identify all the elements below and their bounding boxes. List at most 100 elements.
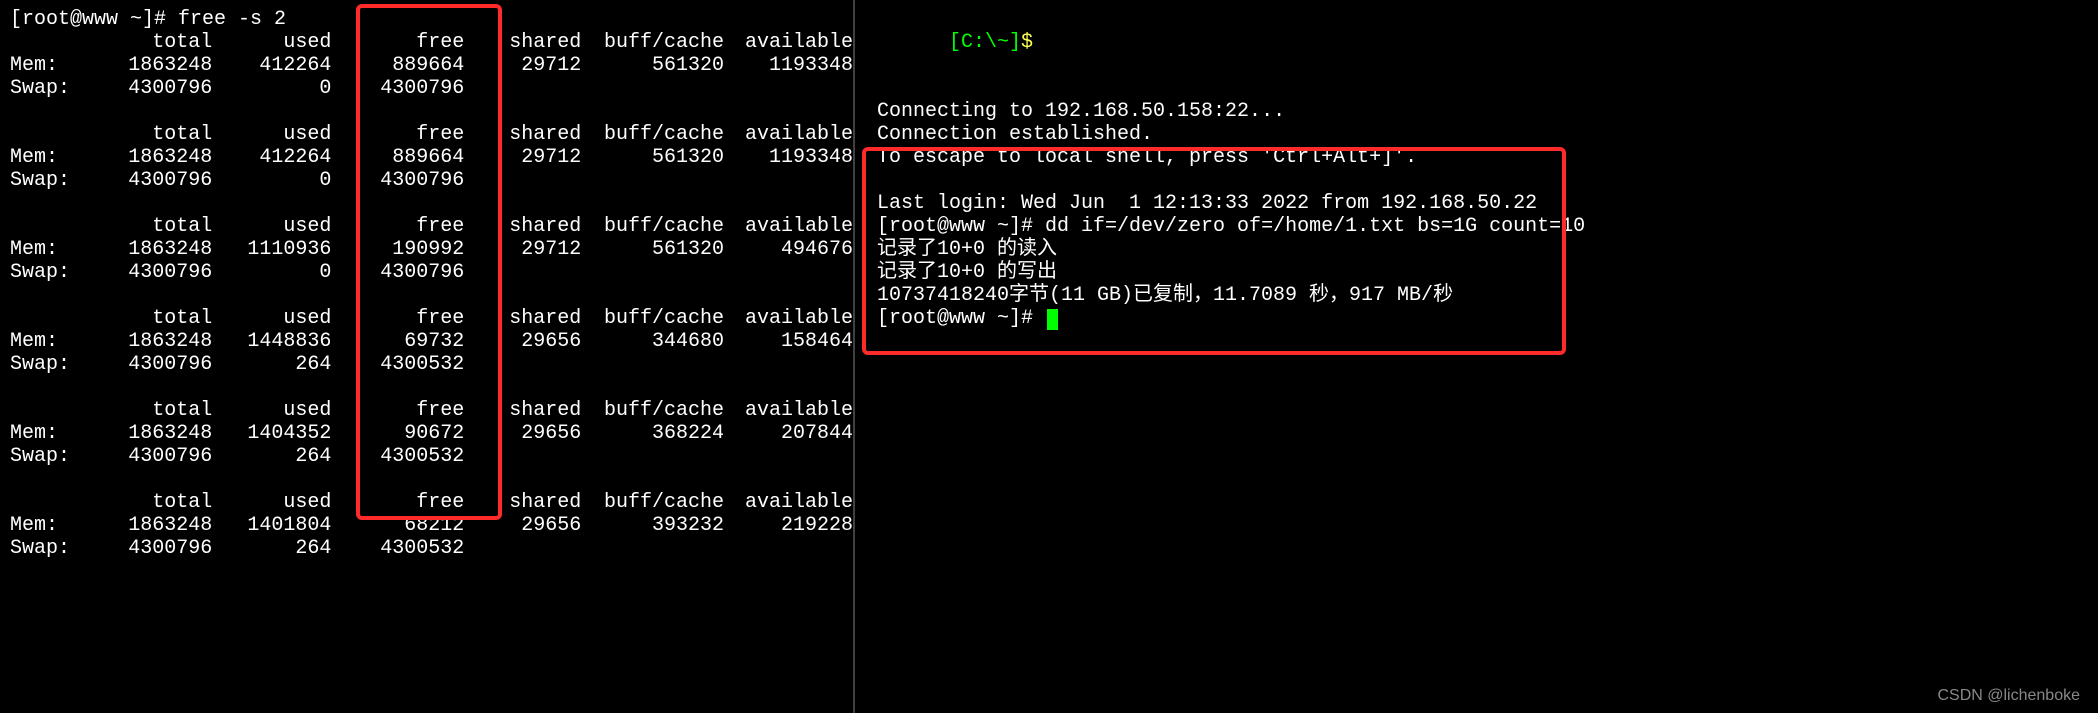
col-free: free xyxy=(331,307,464,330)
col-shared: shared xyxy=(464,31,581,54)
mem-used: 1110936 xyxy=(212,238,331,261)
swap-used: 264 xyxy=(212,537,331,560)
col-total: total xyxy=(117,491,212,514)
col-available: available xyxy=(724,491,853,514)
swap-row: Swap:430079604300796 xyxy=(10,169,853,192)
swap-label: Swap: xyxy=(10,77,117,100)
swap-row: Swap:430079604300796 xyxy=(10,77,853,100)
mem-used: 1448836 xyxy=(212,330,331,353)
swap-row: Swap:430079604300796 xyxy=(10,261,853,284)
right-terminal[interactable]: [C:\~]$ Connecting to 192.168.50.158:22.… xyxy=(855,0,2098,713)
mem-buffcache: 561320 xyxy=(581,238,724,261)
free-header-row: totalusedfreesharedbuff/cacheavailable xyxy=(10,491,853,514)
swap-used: 0 xyxy=(212,77,331,100)
col-shared: shared xyxy=(464,215,581,238)
mem-available: 207844 xyxy=(724,422,853,445)
col-free: free xyxy=(331,399,464,422)
swap-label: Swap: xyxy=(10,261,117,284)
swap-row: Swap:43007962644300532 xyxy=(10,445,853,468)
mem-free: 889664 xyxy=(331,54,464,77)
free-snapshot: totalusedfreesharedbuff/cacheavailableMe… xyxy=(10,399,853,468)
watermark: CSDN @lichenboke xyxy=(1937,687,2080,705)
mem-used: 1401804 xyxy=(212,514,331,537)
mem-available: 494676 xyxy=(724,238,853,261)
swap-used: 264 xyxy=(212,445,331,468)
mem-shared: 29712 xyxy=(464,146,581,169)
col-shared: shared xyxy=(464,123,581,146)
col-buffcache: buff/cache xyxy=(581,31,724,54)
mem-buffcache: 561320 xyxy=(581,54,724,77)
mem-free: 889664 xyxy=(331,146,464,169)
mem-shared: 29656 xyxy=(464,422,581,445)
col-available: available xyxy=(724,31,853,54)
col-free: free xyxy=(331,123,464,146)
swap-used: 0 xyxy=(212,169,331,192)
mem-row: Mem:186324814488366973229656344680158464 xyxy=(10,330,853,353)
swap-used: 264 xyxy=(212,353,331,376)
mem-available: 219228 xyxy=(724,514,853,537)
col-buffcache: buff/cache xyxy=(581,307,724,330)
col-buffcache: buff/cache xyxy=(581,123,724,146)
swap-total: 4300796 xyxy=(117,77,212,100)
swap-label: Swap: xyxy=(10,353,117,376)
terminal-line: [root@www ~]# xyxy=(877,307,2098,330)
col-total: total xyxy=(117,215,212,238)
col-total: total xyxy=(117,307,212,330)
mem-row: Mem:186324841226488966429712561320119334… xyxy=(10,54,853,77)
free-header-row: totalusedfreesharedbuff/cacheavailable xyxy=(10,31,853,54)
col-used: used xyxy=(212,399,331,422)
terminal-split-screen: [root@www ~]# free -s 2 totalusedfreesha… xyxy=(0,0,2098,713)
terminal-line: 记录了10+0 的写出 xyxy=(877,261,2098,284)
swap-label: Swap: xyxy=(10,169,117,192)
col-free: free xyxy=(331,31,464,54)
mem-used: 1404352 xyxy=(212,422,331,445)
free-snapshot: totalusedfreesharedbuff/cacheavailableMe… xyxy=(10,31,853,100)
cursor xyxy=(1047,309,1058,330)
col-buffcache: buff/cache xyxy=(581,399,724,422)
free-snapshot: totalusedfreesharedbuff/cacheavailableMe… xyxy=(10,123,853,192)
free-snapshot: totalusedfreesharedbuff/cacheavailableMe… xyxy=(10,215,853,284)
mem-label: Mem: xyxy=(10,330,117,353)
col-total: total xyxy=(117,399,212,422)
mem-label: Mem: xyxy=(10,514,117,537)
free-snapshot: totalusedfreesharedbuff/cacheavailableMe… xyxy=(10,307,853,376)
col-available: available xyxy=(724,307,853,330)
mem-used: 412264 xyxy=(212,54,331,77)
mem-row: Mem:186324811109361909922971256132049467… xyxy=(10,238,853,261)
mem-buffcache: 368224 xyxy=(581,422,724,445)
col-used: used xyxy=(212,491,331,514)
free-header-row: totalusedfreesharedbuff/cacheavailable xyxy=(10,123,853,146)
mem-available: 158464 xyxy=(724,330,853,353)
free-snapshot: totalusedfreesharedbuff/cacheavailableMe… xyxy=(10,491,853,560)
mem-shared: 29656 xyxy=(464,514,581,537)
mem-buffcache: 561320 xyxy=(581,146,724,169)
mem-shared: 29712 xyxy=(464,54,581,77)
right-old-prompt: [C:\~]$ xyxy=(877,8,2098,77)
swap-total: 4300796 xyxy=(117,261,212,284)
col-free: free xyxy=(331,491,464,514)
mem-shared: 29712 xyxy=(464,238,581,261)
mem-free: 68212 xyxy=(331,514,464,537)
col-total: total xyxy=(117,31,212,54)
left-terminal[interactable]: [root@www ~]# free -s 2 totalusedfreesha… xyxy=(0,0,855,713)
terminal-line: [root@www ~]# dd if=/dev/zero of=/home/1… xyxy=(877,215,2098,238)
col-shared: shared xyxy=(464,491,581,514)
left-prompt: [root@www ~]# free -s 2 xyxy=(10,8,853,31)
mem-buffcache: 393232 xyxy=(581,514,724,537)
col-total: total xyxy=(117,123,212,146)
col-buffcache: buff/cache xyxy=(581,215,724,238)
mem-label: Mem: xyxy=(10,146,117,169)
free-header-row: totalusedfreesharedbuff/cacheavailable xyxy=(10,399,853,422)
swap-free: 4300796 xyxy=(331,169,464,192)
swap-free: 4300796 xyxy=(331,77,464,100)
mem-row: Mem:186324814043529067229656368224207844 xyxy=(10,422,853,445)
mem-total: 1863248 xyxy=(117,54,212,77)
swap-free: 4300532 xyxy=(331,445,464,468)
col-used: used xyxy=(212,215,331,238)
col-available: available xyxy=(724,399,853,422)
swap-label: Swap: xyxy=(10,537,117,560)
mem-row: Mem:186324841226488966429712561320119334… xyxy=(10,146,853,169)
terminal-line: Last login: Wed Jun 1 12:13:33 2022 from… xyxy=(877,192,2098,215)
mem-total: 1863248 xyxy=(117,238,212,261)
mem-total: 1863248 xyxy=(117,514,212,537)
